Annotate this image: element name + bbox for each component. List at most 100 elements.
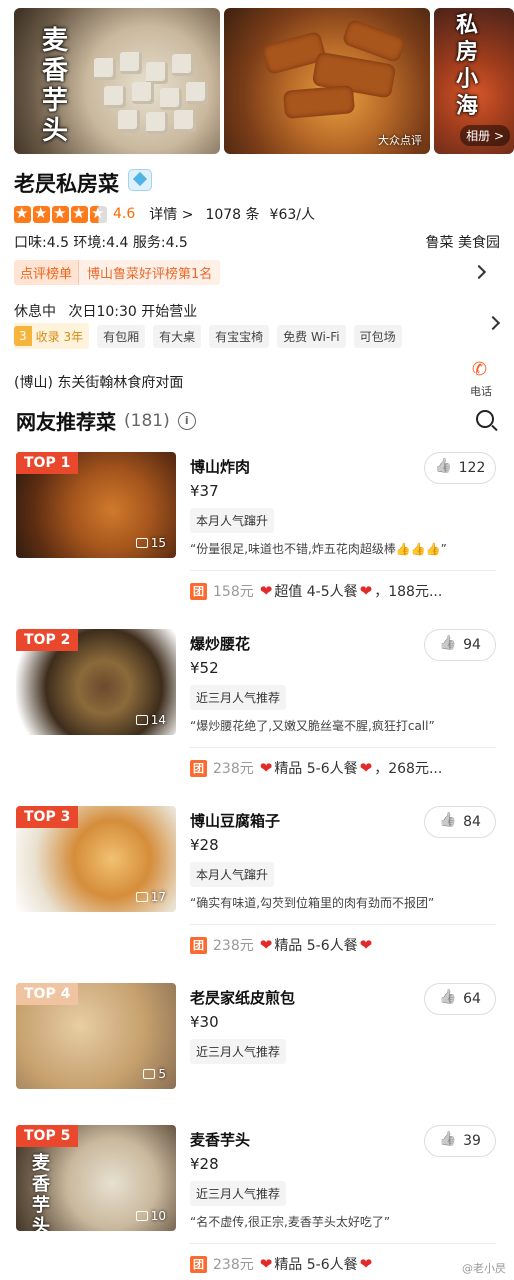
dish-card[interactable]: TOP 3 17 博山豆腐箱子 ¥28 本月人气蹿升 “确实有味道,勾芡到位箱里… [0, 806, 514, 976]
heart-icon: ❤ [259, 759, 273, 777]
chevron-right-icon[interactable] [485, 315, 501, 331]
facility-tag: 可包场 [353, 324, 402, 348]
dish-card[interactable]: TOP 1 15 博山炸肉 ¥37 本月人气蹿升 “份量很足,味道也不错,炸五花… [0, 452, 514, 622]
rank-badge: TOP 3 [16, 806, 79, 828]
rating-score: 4.6 [113, 206, 136, 222]
gallery-photo-3[interactable]: 私房小海 相册 > [434, 8, 514, 154]
star-icon [52, 204, 69, 223]
info-icon[interactable]: i [177, 411, 196, 430]
sub-scores: 口味:4.5 环境:4.4 服务:4.5 [14, 235, 188, 251]
image-icon [135, 538, 148, 548]
dish-price: ¥37 [190, 482, 219, 500]
thumbs-up-icon [435, 460, 451, 476]
shop-category[interactable]: 鲁菜 美食园 [426, 232, 500, 252]
dish-photo[interactable]: TOP 5 麦香芋头 10 [16, 1125, 176, 1231]
recommend-section-title: 网友推荐菜 (181) i [16, 406, 196, 435]
dish-card[interactable]: TOP 2 14 爆炒腰花 ¥52 近三月人气推荐 “爆炒腰花绝了,又嫩又脆丝毫… [0, 629, 514, 799]
dish-quote: “爆炒腰花绝了,又嫩又脆丝毫不腥,疯狂打call” [190, 719, 435, 733]
dish-photo[interactable]: TOP 3 17 [16, 806, 176, 912]
album-button[interactable]: 相册 > [460, 125, 510, 146]
heart-icon: ❤ [259, 1255, 273, 1273]
like-button[interactable]: 94 [424, 629, 496, 661]
star-icon [71, 204, 88, 223]
like-button[interactable]: 122 [424, 452, 496, 484]
image-icon [135, 1211, 148, 1221]
dish-price: ¥52 [190, 659, 219, 677]
dish-name: 麦香芋头 [190, 1131, 251, 1149]
star-rating [14, 204, 107, 223]
dish-quote: “确实有味道,勾芡到位箱里的肉有劲而不报团” [190, 896, 435, 910]
star-icon [33, 204, 50, 223]
phone-button[interactable]: 电话 [466, 359, 496, 399]
divider [190, 1243, 496, 1244]
image-icon [135, 715, 148, 725]
dish-name: 老昃家纸皮煎包 [190, 989, 296, 1007]
group-buy-icon: 团 [190, 582, 207, 600]
shop-address[interactable]: (博山) 东关街翰林食府对面 [14, 372, 183, 392]
review-count[interactable]: 1078 条 [205, 204, 259, 224]
dish-price: ¥28 [190, 1155, 219, 1173]
rank-badge: TOP 5 [16, 1125, 79, 1147]
thumbs-up-icon [439, 814, 455, 830]
heart-icon: ❤ [259, 936, 273, 954]
image-icon [143, 1069, 156, 1079]
search-icon[interactable] [476, 410, 494, 428]
photo-gallery[interactable]: 麦香芋头 大众点评 私房小海 相册 > [14, 8, 514, 154]
ranking-tag: 点评榜单 [14, 259, 80, 285]
detail-link[interactable]: 详情 > [149, 204, 193, 224]
dish-tag: 近三月人气推荐 [190, 685, 287, 710]
photo-caption: 麦香芋头 [32, 1153, 50, 1231]
thumbs-up-icon [439, 637, 455, 653]
like-button[interactable]: 39 [424, 1125, 496, 1157]
ranking-banner[interactable]: 点评榜单 博山鲁菜好评榜第1名 [14, 259, 500, 285]
dish-price: ¥30 [190, 1013, 219, 1031]
image-icon [135, 892, 148, 902]
gallery-photo-1[interactable]: 麦香芋头 [14, 8, 220, 154]
rating-row[interactable]: 4.6 详情 > 1078 条 ¥63/人 [14, 204, 315, 224]
dish-tag: 近三月人气推荐 [190, 1181, 287, 1206]
group-deal[interactable]: 团 238元 ❤ 精品 5-6人餐 ❤ [190, 935, 374, 955]
taro-cubes-illustration [84, 48, 214, 138]
gallery-photo-2[interactable]: 大众点评 [224, 8, 430, 154]
rank-badge: TOP 4 [16, 983, 79, 1005]
chevron-right-icon [471, 264, 487, 280]
dianping-watermark: 大众点评 [378, 134, 422, 147]
half-star-icon [90, 204, 107, 223]
heart-icon: ❤ [359, 582, 373, 600]
business-hours[interactable]: 休息中 次日10:30 开始营业 [14, 301, 197, 321]
heart-icon: ❤ [359, 759, 373, 777]
facility-tag: 有包厢 [97, 324, 146, 348]
like-button[interactable]: 64 [424, 983, 496, 1015]
dish-photo[interactable]: TOP 2 14 [16, 629, 176, 735]
heart-icon: ❤ [359, 936, 373, 954]
dish-photo[interactable]: TOP 1 15 [16, 452, 176, 558]
dish-tag: 近三月人气推荐 [190, 1039, 287, 1064]
divider [190, 747, 496, 748]
dish-tag: 本月人气蹿升 [190, 862, 275, 887]
dish-quote: “名不虚传,很正宗,麦香芋头太好吃了” [190, 1215, 391, 1229]
rank-badge: TOP 1 [16, 452, 79, 474]
heart-icon: ❤ [259, 582, 273, 600]
photo-count: 15 [135, 536, 166, 550]
thumbs-up-icon [439, 1133, 455, 1149]
photo-caption: 私房小海 [456, 12, 479, 119]
dish-name: 博山炸肉 [190, 458, 251, 476]
photo-count: 10 [135, 1209, 166, 1223]
verified-diamond-icon [128, 169, 152, 191]
group-deal[interactable]: 团 238元 ❤ 精品 5-6人餐 ❤ [190, 1254, 374, 1274]
group-deal[interactable]: 团 238元 ❤ 精品 5-6人餐 ❤ ，268元... [190, 758, 442, 778]
like-button[interactable]: 84 [424, 806, 496, 838]
divider [190, 924, 496, 925]
facility-tags[interactable]: 3 收录 3年 有包厢 有大桌 有宝宝椅 免费 Wi-Fi 可包场 [14, 323, 402, 349]
dish-card[interactable]: TOP 5 麦香芋头 10 麦香芋头 ¥28 近三月人气推荐 “名不虚传,很正宗… [0, 1125, 514, 1280]
group-deal[interactable]: 团 158元 ❤ 超值 4-5人餐 ❤ ，188元... [190, 581, 442, 601]
star-icon [14, 204, 31, 223]
weibo-watermark: @老小昃 [462, 1262, 506, 1275]
avg-price: ¥63/人 [269, 207, 315, 223]
phone-icon [472, 359, 490, 380]
photo-count: 14 [135, 713, 166, 727]
facility-tag: 免费 Wi-Fi [277, 324, 346, 348]
facility-tag: 有大桌 [153, 324, 202, 348]
dish-photo[interactable]: TOP 4 5 [16, 983, 176, 1089]
rank-badge: TOP 2 [16, 629, 79, 651]
